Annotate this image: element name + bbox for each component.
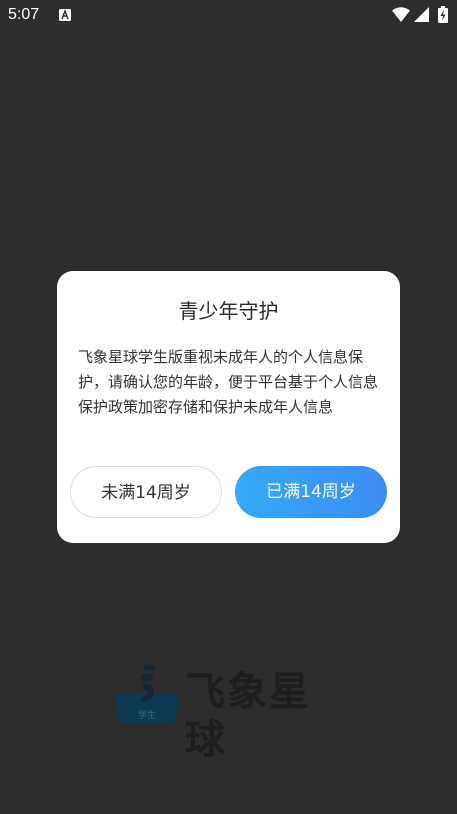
over-14-button[interactable]: 已满14周岁 bbox=[235, 466, 387, 518]
brand-badge: 学生 bbox=[138, 709, 156, 721]
brand-logo: 学生 飞象星球 bbox=[113, 662, 345, 763]
status-time: 5:07 bbox=[8, 6, 40, 23]
brand-name: 飞象星球 bbox=[185, 669, 311, 763]
age-verification-dialog: 青少年守护 飞象星球学生版重视未成年人的个人信息保护，请确认您的年龄，便于平台基… bbox=[57, 271, 400, 543]
signal-icon bbox=[414, 7, 429, 22]
app-notification-icon bbox=[59, 9, 71, 21]
brand-mark-icon: 学生 bbox=[115, 664, 179, 723]
wifi-icon bbox=[392, 7, 410, 22]
battery-charging-icon bbox=[438, 6, 448, 23]
status-bar: 5:07 bbox=[0, 0, 457, 32]
dialog-message: 飞象星球学生版重视未成年人的个人信息保护，请确认您的年龄，便于平台基于个人信息保… bbox=[78, 348, 379, 416]
under-14-button[interactable]: 未满14周岁 bbox=[70, 466, 222, 518]
dialog-title: 青少年守护 bbox=[178, 299, 279, 323]
